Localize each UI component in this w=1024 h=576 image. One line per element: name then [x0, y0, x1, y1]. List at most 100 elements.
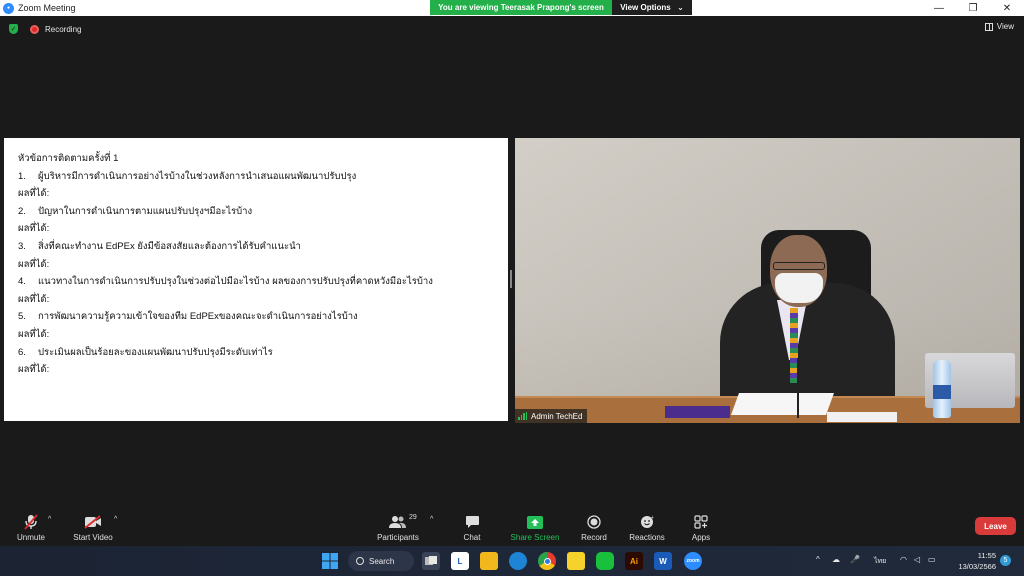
doc-result: ผลที่ได้: [18, 293, 50, 305]
video-off-icon [84, 513, 102, 531]
doc-item: 3. สิ่งที่คณะทำงาน EdPEx ยังมีข้อสงสัยและ… [18, 240, 301, 252]
chrome-icon[interactable] [538, 552, 556, 570]
file-explorer-icon[interactable] [480, 552, 498, 570]
sticky-notes-icon[interactable] [567, 552, 585, 570]
clock-time: 11:55 [977, 551, 996, 560]
participants-icon [389, 513, 407, 531]
tray-overflow-chevron-icon[interactable]: ^ [816, 555, 820, 564]
chat-label: Chat [463, 533, 481, 542]
recording-label: Recording [45, 24, 82, 34]
video-glasses [773, 262, 825, 270]
start-video-button[interactable]: Start Video [70, 508, 116, 545]
record-icon [587, 513, 601, 531]
doc-item: 6. ประเมินผลเป็นร้อยละของแผนพัฒนาปรับปรุง… [18, 346, 273, 358]
view-button[interactable]: View [984, 22, 1014, 31]
word-icon[interactable]: W [654, 552, 672, 570]
apps-label: Apps [691, 533, 711, 542]
video-face-mask [775, 273, 823, 303]
shield-icon[interactable]: ✓ [9, 24, 18, 34]
edge-icon[interactable] [509, 552, 527, 570]
view-options-button[interactable]: View Options ⌄ [612, 0, 692, 15]
participants-label: Participants [377, 533, 419, 542]
viewing-banner: You are viewing Teerasak Prapong's scree… [430, 0, 692, 15]
unmute-button[interactable]: Unmute [12, 508, 50, 545]
search-icon [356, 557, 364, 565]
viewing-screen-text: You are viewing Teerasak Prapong's scree… [430, 0, 612, 15]
apps-button[interactable]: Apps [688, 508, 714, 545]
window-title: Zoom Meeting [18, 3, 76, 13]
microphone-icon[interactable]: 🎤 [850, 555, 860, 564]
video-booklet [665, 406, 730, 418]
grid-icon [984, 22, 993, 31]
svg-text:+: + [651, 515, 654, 521]
view-label: View [996, 22, 1014, 31]
video-papers [730, 393, 835, 415]
unmute-label: Unmute [16, 533, 45, 542]
chat-button[interactable]: Chat [458, 508, 486, 545]
zoom-icon[interactable]: zoom [684, 552, 702, 570]
line-icon[interactable] [596, 552, 614, 570]
windows-start-icon[interactable] [321, 552, 339, 570]
chat-icon [465, 513, 480, 531]
wifi-icon[interactable]: ◠ [900, 555, 907, 564]
maximize-button[interactable]: ❐ [956, 0, 990, 16]
chevron-down-icon: ⌄ [677, 3, 684, 12]
doc-result: ผลที่ได้: [18, 328, 50, 340]
microphone-muted-icon [24, 513, 38, 531]
taskbar-search[interactable]: Search [348, 551, 414, 571]
participant-video[interactable]: Admin TechEd [515, 138, 1020, 423]
zoom-icon: ● [3, 2, 14, 14]
meeting-toolbar: Unmute ^ Start Video ^ Participants 29 ^… [0, 508, 1024, 545]
emoji-icon: + [640, 513, 655, 531]
audio-options-chevron-icon[interactable]: ^ [48, 516, 51, 523]
record-button[interactable]: Record [578, 508, 610, 545]
cloud-icon[interactable]: ☁ [832, 555, 840, 564]
reactions-button[interactable]: + Reactions [626, 508, 668, 545]
battery-icon[interactable]: ▭ [928, 555, 936, 564]
illustrator-icon[interactable]: Ai [625, 552, 643, 570]
participants-options-chevron-icon[interactable]: ^ [430, 516, 433, 523]
close-button[interactable]: ✕ [990, 0, 1024, 16]
taskbar-clock[interactable]: 11:55 13/03/2566 [952, 550, 996, 572]
minimize-button[interactable]: — [922, 0, 956, 16]
share-screen-button[interactable]: Share Screen [508, 508, 562, 545]
start-video-label: Start Video [73, 533, 113, 542]
doc-result: ผลที่ได้: [18, 223, 50, 235]
taskbar-search-label: Search [369, 556, 395, 566]
participant-name: Admin TechEd [531, 411, 583, 421]
video-water-bottle [933, 360, 951, 418]
pane-splitter-handle[interactable] [510, 270, 512, 288]
doc-item: 1. ผู้บริหารมีการดำเนินการอย่างไรบ้างในช่… [18, 170, 357, 182]
task-view-icon[interactable] [422, 552, 440, 570]
meeting-top-bar: ✓ Recording View [0, 20, 1024, 38]
language-indicator[interactable]: ไทย [874, 556, 886, 567]
reactions-label: Reactions [629, 533, 665, 542]
view-options-label: View Options [620, 3, 671, 12]
doc-result: ผลที่ได้: [18, 188, 50, 200]
participants-count: 29 [409, 514, 417, 521]
recording-icon [30, 24, 39, 34]
apps-icon [694, 513, 708, 531]
leave-button[interactable]: Leave [975, 517, 1016, 535]
doc-item: 4. แนวทางในการดำเนินการปรับปรุงในช่วงต่อไ… [18, 276, 433, 288]
video-name-plate [827, 412, 897, 422]
clock-date: 13/03/2566 [958, 562, 996, 571]
doc-item: 5. การพัฒนาความรู้ความเข้าใจของทีม EdPExข… [18, 311, 358, 323]
shared-screen[interactable]: หัวข้อการติดตามครั้งที่ 1 1. ผู้บริหารมีก… [4, 138, 508, 421]
video-microphone [797, 358, 799, 418]
record-label: Record [581, 533, 607, 542]
zoom-meeting-window: ● Zoom Meeting — ❐ ✕ You are viewing Tee… [0, 0, 1024, 576]
share-screen-icon [527, 513, 543, 531]
doc-heading: หัวข้อการติดตามครั้งที่ 1 [18, 153, 119, 164]
teams-icon[interactable]: L [451, 552, 469, 570]
signal-icon [518, 412, 527, 420]
video-options-chevron-icon[interactable]: ^ [114, 516, 117, 523]
notification-badge[interactable]: 5 [1000, 555, 1011, 566]
speaker-icon[interactable]: ◁ [914, 555, 920, 564]
share-screen-label: Share Screen [510, 533, 560, 542]
doc-result: ผลที่ได้: [18, 364, 50, 376]
participant-name-tag: Admin TechEd [515, 409, 588, 423]
windows-taskbar: Search L Ai W zoom ^ ☁ 🎤 ไทย ◠ ◁ ▭ 11:55… [0, 546, 1024, 576]
doc-result: ผลที่ได้: [18, 258, 50, 270]
doc-item: 2. ปัญหาในการดำเนินการตามแผนปรับปรุงฯมีอะ… [18, 205, 253, 217]
